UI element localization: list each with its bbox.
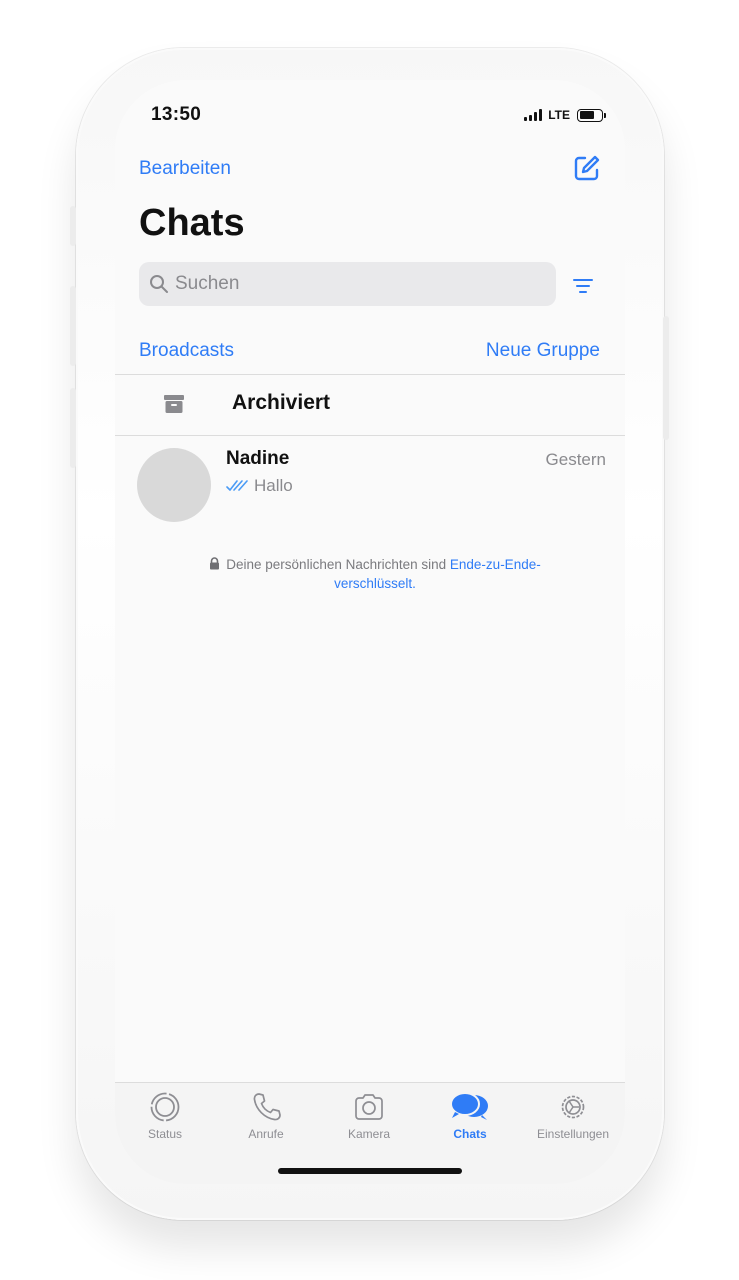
phone-screen: 13:50 LTE Bearbeiten Chats Broadcasts Ne… xyxy=(115,80,625,1184)
tab-status[interactable]: Status xyxy=(115,1091,215,1141)
page-title: Chats xyxy=(139,202,245,244)
status-icon xyxy=(150,1092,180,1122)
status-indicators: LTE xyxy=(524,108,606,122)
archived-row[interactable]: Archiviert xyxy=(115,375,625,435)
settings-icon xyxy=(561,1095,585,1119)
network-type: LTE xyxy=(548,108,570,122)
divider xyxy=(115,435,625,436)
encryption-link-continued[interactable]: verschlüsselt xyxy=(334,576,412,591)
chat-preview-text: Hallo xyxy=(254,476,293,495)
archived-label: Archiviert xyxy=(232,391,331,414)
compose-icon[interactable] xyxy=(573,154,601,182)
search-bar[interactable] xyxy=(139,262,556,306)
battery-icon xyxy=(577,108,606,122)
tab-camera-label: Kamera xyxy=(347,1127,391,1141)
encryption-text: Deine persönlichen Nachrichten sind xyxy=(226,557,450,572)
double-check-icon xyxy=(226,480,248,491)
side-button-volume-up xyxy=(70,286,76,366)
chat-name: Nadine xyxy=(226,448,290,469)
tab-status-label: Status xyxy=(147,1127,183,1141)
filter-icon[interactable] xyxy=(571,276,595,296)
broadcasts-link[interactable]: Broadcasts xyxy=(139,340,234,362)
search-input[interactable] xyxy=(175,273,535,295)
chat-list-item[interactable]: Nadine Gestern Hallo xyxy=(115,438,625,528)
home-indicator[interactable] xyxy=(278,1168,462,1174)
side-button-mute xyxy=(70,206,76,246)
encryption-link[interactable]: Ende-zu-Ende- xyxy=(450,557,541,572)
phone-icon xyxy=(253,1093,281,1121)
side-button-power xyxy=(663,316,669,440)
tab-chats[interactable]: Chats xyxy=(420,1091,520,1141)
signal-icon xyxy=(524,109,543,121)
side-button-volume-down xyxy=(70,388,76,468)
chat-timestamp: Gestern xyxy=(545,450,606,469)
camera-icon xyxy=(355,1094,383,1120)
encryption-suffix: . xyxy=(412,576,416,591)
tab-calls-label: Anrufe xyxy=(248,1127,284,1141)
avatar xyxy=(137,448,211,522)
edit-button[interactable]: Bearbeiten xyxy=(139,158,231,180)
archive-icon xyxy=(164,395,184,413)
tab-settings[interactable]: Einstellungen xyxy=(523,1091,623,1141)
encryption-notice: Deine persönlichen Nachrichten sind Ende… xyxy=(175,555,575,593)
chat-preview: Hallo xyxy=(226,476,293,496)
tab-settings-label: Einstellungen xyxy=(536,1127,610,1141)
new-group-link[interactable]: Neue Gruppe xyxy=(486,340,600,362)
status-time: 13:50 xyxy=(151,104,202,125)
search-icon xyxy=(150,275,168,293)
tab-calls[interactable]: Anrufe xyxy=(216,1091,316,1141)
tab-camera[interactable]: Kamera xyxy=(319,1091,419,1141)
lock-icon xyxy=(210,557,220,570)
chats-icon xyxy=(450,1092,488,1120)
tab-chats-label: Chats xyxy=(453,1127,487,1141)
